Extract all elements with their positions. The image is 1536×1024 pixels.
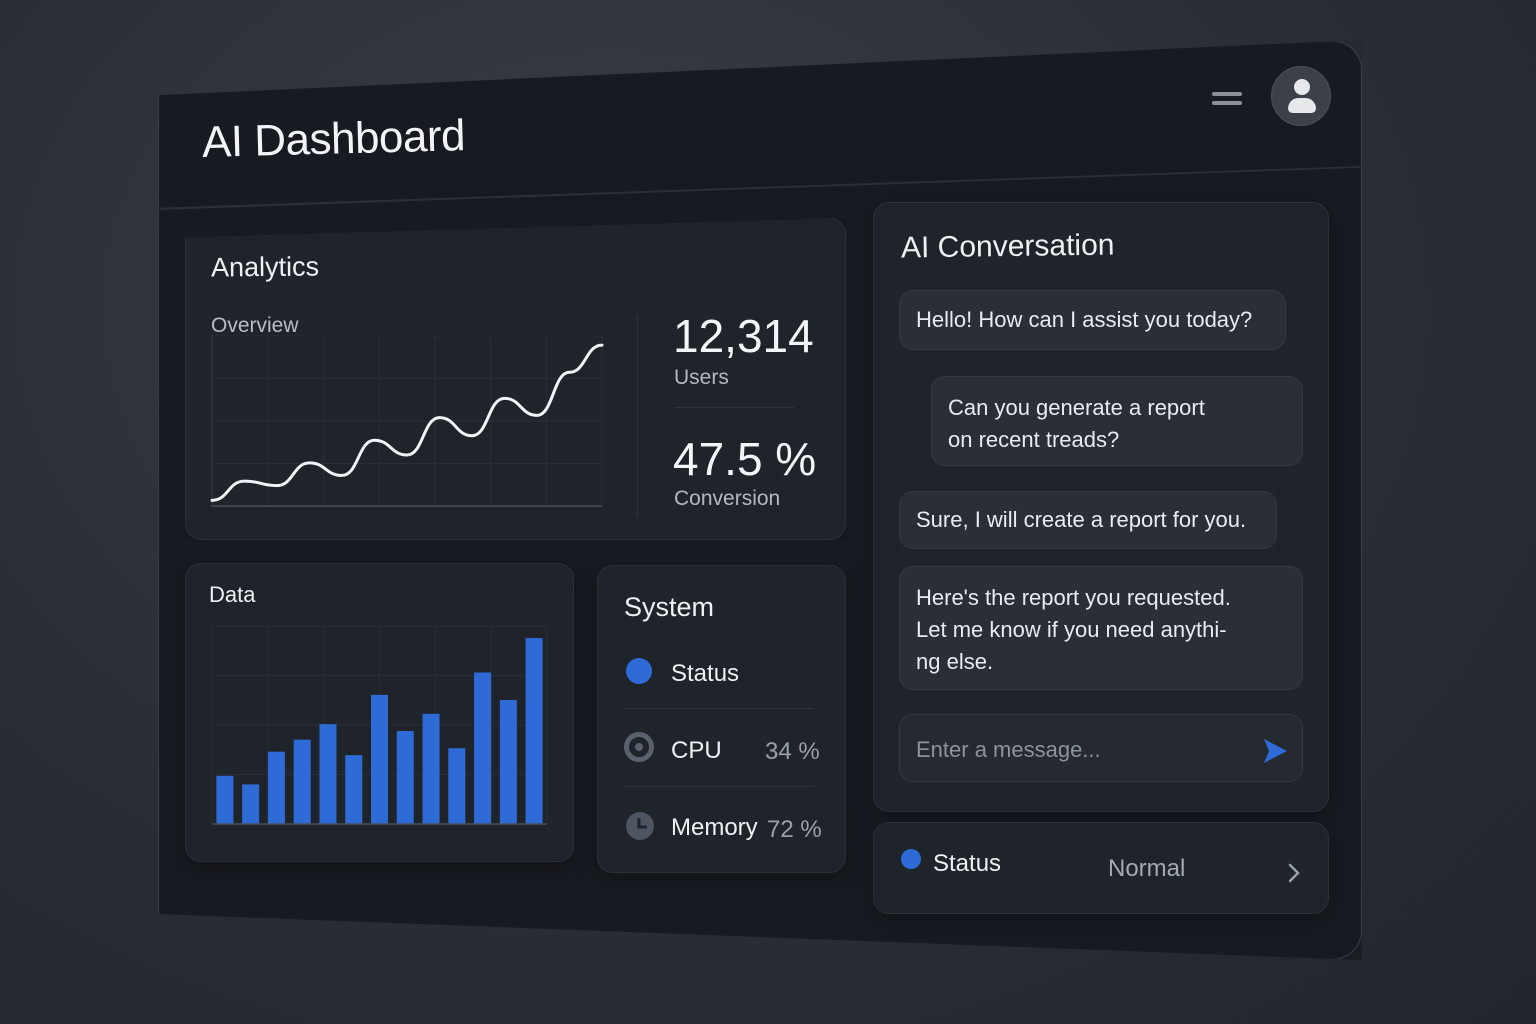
data-bar-chart bbox=[211, 625, 548, 825]
analytics-divider bbox=[637, 315, 638, 517]
system-divider bbox=[624, 786, 814, 787]
avatar-head bbox=[1294, 79, 1310, 95]
bar bbox=[499, 700, 517, 824]
bar bbox=[422, 713, 440, 824]
bar bbox=[525, 638, 543, 824]
analytics-title: Analytics bbox=[210, 251, 320, 283]
bar bbox=[396, 731, 414, 824]
conversion-value: 47.5 % bbox=[673, 433, 817, 485]
chevron-right-icon[interactable] bbox=[1286, 862, 1302, 884]
menu-bar bbox=[1212, 101, 1242, 105]
stage: AI Dashboard Analytics Overview 12,314 U… bbox=[0, 0, 1536, 1024]
status-dot-icon bbox=[626, 658, 652, 684]
conversation-title: AI Conversation bbox=[900, 228, 1115, 265]
message-input-box[interactable] bbox=[899, 714, 1303, 782]
status-label: Status bbox=[933, 850, 1002, 877]
users-label: Users bbox=[674, 366, 729, 389]
cpu-value: 34 % bbox=[765, 738, 820, 765]
menu-bar bbox=[1212, 92, 1242, 96]
bar bbox=[242, 784, 260, 824]
bar bbox=[345, 755, 363, 824]
series-line bbox=[210, 343, 604, 502]
cpu-ring-icon bbox=[624, 732, 654, 762]
memory-label: Memory bbox=[671, 814, 758, 841]
cpu-label: CPU bbox=[671, 737, 722, 764]
memory-value: 72 % bbox=[767, 816, 822, 843]
send-arrow-icon[interactable] bbox=[1262, 737, 1288, 765]
message-ai: Here's the report you requested. Let me … bbox=[899, 566, 1303, 690]
status-dot-icon bbox=[901, 849, 921, 869]
stat-divider bbox=[674, 407, 794, 408]
system-title: System bbox=[624, 592, 715, 622]
bar bbox=[267, 751, 285, 824]
bar bbox=[319, 724, 337, 824]
bar bbox=[293, 739, 311, 824]
users-value: 12,314 bbox=[673, 310, 814, 362]
data-title: Data bbox=[209, 582, 256, 607]
message-ai: Sure, I will create a report for you. bbox=[899, 491, 1277, 549]
status-value: Normal bbox=[1108, 855, 1186, 882]
bar bbox=[448, 748, 466, 824]
bar bbox=[474, 672, 492, 824]
memory-clock-icon bbox=[626, 812, 654, 840]
system-status-label: Status bbox=[671, 660, 740, 687]
message-input[interactable] bbox=[916, 733, 1246, 767]
overview-line-chart bbox=[210, 335, 604, 507]
hamburger-menu-icon[interactable] bbox=[1212, 92, 1242, 110]
user-avatar-icon[interactable] bbox=[1271, 66, 1331, 126]
bar bbox=[370, 694, 389, 824]
message-ai: Hello! How can I assist you today? bbox=[899, 290, 1286, 350]
avatar-body bbox=[1288, 98, 1316, 113]
system-divider bbox=[624, 708, 814, 709]
bar bbox=[216, 775, 234, 824]
conversion-label: Conversion bbox=[674, 487, 781, 510]
page-title: AI Dashboard bbox=[201, 111, 466, 167]
message-user: Can you generate a report on recent trea… bbox=[931, 376, 1303, 466]
